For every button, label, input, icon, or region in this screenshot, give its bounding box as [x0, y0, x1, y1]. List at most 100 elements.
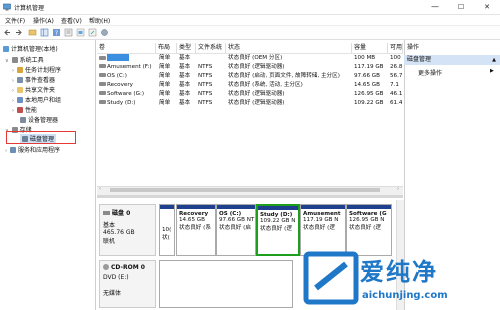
cdrom-icon — [103, 264, 109, 270]
tree-services-label: 服务和应用程序 — [18, 147, 61, 154]
actions-disk-management[interactable]: 磁盘管理 ▲ — [404, 55, 500, 65]
tree-task-scheduler[interactable]: › 任务计划程序 — [12, 65, 61, 74]
cell-type: 基本 — [179, 73, 191, 79]
tree-device-manager-label: 设备管理器 — [28, 117, 59, 124]
computer-icon — [3, 46, 9, 52]
tree-system-tools-label: 系统工具 — [19, 57, 44, 64]
tree-services[interactable]: › 服务和应用程序 — [5, 145, 60, 154]
cell-volume: Software (G:) — [107, 91, 145, 97]
tree-local-users[interactable]: › 本地用户和组 — [12, 95, 61, 104]
forward-arrow-icon[interactable] — [14, 28, 23, 37]
tree-event-viewer[interactable]: › 事件查看器 — [12, 75, 55, 84]
pane-splitter[interactable] — [97, 195, 403, 198]
settings-icon[interactable] — [100, 28, 109, 37]
cell-capacity: 100 MB — [354, 55, 376, 61]
show-hide-tree-icon[interactable] — [40, 28, 49, 37]
cell-type: 基本 — [179, 64, 191, 70]
disk-name: 磁盘 0 — [112, 210, 131, 217]
column-filesystem[interactable]: 文件系统 — [196, 43, 226, 53]
scroll-right-icon[interactable]: › — [397, 186, 399, 192]
cell-volume: Study (D:) — [107, 100, 136, 106]
column-free[interactable]: 可用 — [388, 43, 403, 53]
menu-view[interactable]: 查看(V) — [61, 16, 82, 25]
column-volume[interactable]: 卷 — [97, 43, 156, 53]
maximize-button[interactable]: ☐ — [451, 2, 471, 12]
cell-layout: 简单 — [159, 55, 171, 61]
cell-type: 基本 — [179, 55, 191, 61]
tree-system-tools[interactable]: ∨ 系统工具 — [5, 55, 44, 64]
disk-partition[interactable]: OS (C:) 97.66 GB NT 状态良好 (启 — [216, 204, 256, 256]
cell-fs: NTFS — [198, 73, 213, 79]
performance-icon — [17, 107, 23, 113]
cell-status: 状态良好 (逻辑驱动器) — [228, 91, 285, 97]
cell-status: 状态良好 (系统, 活动, 主分区) — [228, 82, 303, 88]
back-arrow-icon[interactable] — [3, 28, 12, 37]
cdrom-label[interactable]: CD-ROM 0 DVD (E:) 无媒体 — [99, 260, 156, 308]
table-row[interactable]: 简单 基本 状态良好 (OEM 分区) 100 MB 100 — [97, 54, 403, 63]
actions-more-label: 更多操作 — [418, 70, 443, 77]
cell-status: 状态良好 (启动, 页面文件, 故障转储, 主分区) — [228, 73, 340, 79]
table-row[interactable]: Software (G:) 简单 基本 NTFS 状态良好 (逻辑驱动器) 12… — [97, 90, 403, 99]
watermark-url: aichunjing.com — [362, 290, 448, 301]
expand-arrow-icon: › — [12, 98, 14, 104]
cell-free: 7.1 — [390, 82, 399, 88]
properties-icon[interactable] — [64, 28, 73, 37]
minimize-button[interactable]: — — [425, 2, 445, 12]
column-capacity[interactable]: 容量 — [352, 43, 388, 53]
column-layout[interactable]: 布局 — [156, 43, 177, 53]
cell-free: 56.7 — [390, 73, 403, 79]
cell-capacity: 109.22 GB — [354, 100, 384, 106]
disk-0-label[interactable]: 磁盘 0 基本 465.76 GB 联机 — [99, 204, 156, 256]
tools-icon — [11, 57, 18, 63]
cell-volume: Amusement (F:) — [107, 64, 152, 70]
export-list-icon[interactable] — [88, 28, 97, 37]
disk-size: 465.76 GB — [103, 229, 135, 236]
cell-layout: 简单 — [159, 91, 171, 97]
expand-arrow-icon: › — [12, 88, 14, 94]
volume-icon — [99, 64, 106, 68]
expand-arrow-icon: › — [5, 148, 7, 154]
tree-root[interactable]: 计算机管理(本地) — [3, 44, 58, 53]
cell-fs: NTFS — [198, 82, 213, 88]
svg-text:?: ? — [55, 30, 58, 37]
refresh-icon[interactable] — [76, 28, 85, 37]
actions-selected-label: 磁盘管理 — [407, 56, 432, 63]
table-row[interactable]: OS (C:) 简单 基本 NTFS 状态良好 (启动, 页面文件, 故障转储,… — [97, 72, 403, 81]
window-title: 计算机管理 — [14, 5, 45, 12]
tree-device-manager[interactable]: 设备管理器 — [20, 115, 58, 124]
column-type[interactable]: 类型 — [177, 43, 196, 53]
menu-action[interactable]: 操作(A) — [33, 16, 54, 25]
column-status[interactable]: 状态 — [226, 43, 352, 53]
table-row[interactable]: Amusement (F:) 简单 基本 NTFS 状态良好 (逻辑驱动器) 1… — [97, 63, 403, 72]
scroll-left-icon[interactable]: ‹ — [99, 186, 101, 192]
clock-icon — [17, 67, 23, 73]
volume-icon — [99, 91, 106, 95]
cdrom-partition[interactable] — [159, 260, 293, 308]
cell-type: 基本 — [179, 91, 191, 97]
up-folder-icon[interactable] — [28, 28, 37, 37]
menu-help[interactable]: 帮助(H) — [89, 16, 110, 25]
disk-partition[interactable]: Recovery 14.65 GB 状态良好 (系 — [176, 204, 216, 256]
tree-shared-folders[interactable]: › 共享文件夹 — [12, 85, 55, 94]
cdrom-drive: DVD (E:) — [103, 274, 129, 281]
users-icon — [17, 97, 23, 103]
menu-file[interactable]: 文件(F) — [5, 16, 25, 25]
cell-status: 状态良好 (逻辑驱动器) — [228, 64, 285, 70]
tree-performance[interactable]: › 性能 — [12, 105, 37, 114]
disk-partition[interactable]: 10( 状( — [159, 204, 175, 256]
tree-shared-folders-label: 共享文件夹 — [25, 87, 56, 94]
cell-fs: NTFS — [198, 91, 213, 97]
cell-capacity: 117.19 GB — [354, 64, 384, 70]
partition-status: 状态良好 (系 — [179, 225, 211, 231]
volume-icon — [99, 100, 106, 104]
disk-partition-selected[interactable]: Study (D:) 109.22 GB N 状态良好 (逻 — [256, 204, 300, 256]
tree-root-label: 计算机管理(本地) — [11, 46, 58, 53]
help-icon[interactable]: ? — [52, 28, 61, 37]
table-row[interactable]: Study (D:) 简单 基本 NTFS 状态良好 (逻辑驱动器) 109.2… — [97, 99, 403, 108]
collapse-up-icon: ▲ — [492, 57, 496, 63]
actions-more[interactable]: 更多操作 ▶ — [418, 68, 494, 77]
table-row[interactable]: Recovery 简单 基本 NTFS 状态良好 (系统, 活动, 主分区) 1… — [97, 81, 403, 90]
horizontal-scroll-thumb[interactable] — [110, 188, 380, 192]
partition-status: 状态良好 (启 — [219, 225, 251, 231]
close-button[interactable]: ✕ — [477, 2, 497, 12]
